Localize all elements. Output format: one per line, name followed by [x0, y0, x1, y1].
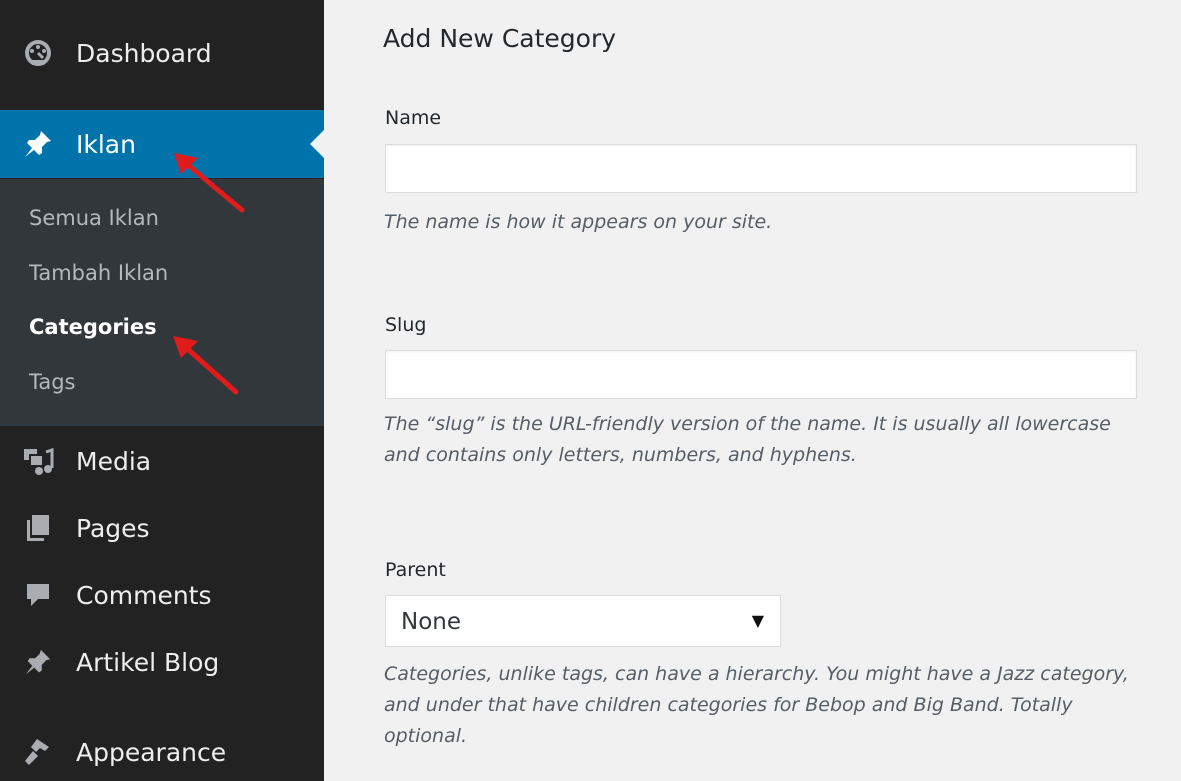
submenu-item-tambah-iklan[interactable]: Tambah Iklan — [29, 261, 168, 285]
submenu-item-semua-iklan[interactable]: Semua Iklan — [29, 206, 159, 230]
submenu-item-tags[interactable]: Tags — [29, 370, 76, 394]
parent-help-text: Categories, unlike tags, can have a hier… — [384, 663, 1129, 747]
media-icon — [22, 445, 54, 477]
menu-item-label: Comments — [76, 580, 212, 610]
menu-item-label: Media — [76, 446, 152, 476]
submenu-item-categories[interactable]: Categories — [29, 315, 157, 339]
dropdown-arrow-icon: ▼ — [751, 611, 764, 630]
menu-item-appearance[interactable]: Appearance — [0, 727, 324, 777]
admin-sidebar: Dashboard Iklan Semua Iklan Tambah Iklan… — [0, 0, 324, 781]
annotation-arrow-icon — [173, 336, 239, 395]
form-title: Add New Category — [383, 24, 617, 53]
parent-label: Parent — [385, 559, 446, 581]
appearance-icon — [22, 736, 54, 768]
slug-label: Slug — [385, 314, 427, 336]
parent-select[interactable]: None ▼ — [385, 595, 781, 647]
pushpin-icon — [22, 646, 54, 678]
name-label: Name — [385, 107, 442, 129]
add-category-form: Add New Category Name The name is how it… — [324, 0, 1181, 781]
name-input[interactable] — [385, 144, 1137, 193]
name-help-text: The name is how it appears on your site. — [384, 211, 773, 233]
slug-help-text: The “slug” is the URL-friendly version o… — [384, 413, 1111, 466]
submenu-iklan: Semua Iklan Tambah Iklan Categories Tags — [0, 179, 324, 426]
menu-item-label: Appearance — [76, 737, 227, 767]
active-indicator — [310, 130, 324, 158]
menu-item-label: Pages — [76, 513, 150, 543]
comments-icon — [22, 579, 54, 611]
menu-item-artikel-blog[interactable]: Artikel Blog — [0, 637, 324, 687]
menu-item-label: Artikel Blog — [76, 647, 220, 677]
slug-input[interactable] — [385, 350, 1137, 399]
menu-item-media[interactable]: Media — [0, 436, 324, 486]
menu-item-pages[interactable]: Pages — [0, 503, 324, 553]
menu-item-label: Iklan — [76, 129, 136, 159]
annotation-arrow-icon — [174, 153, 245, 213]
parent-selected-value: None — [401, 609, 462, 635]
menu-item-iklan[interactable]: Iklan — [0, 110, 324, 178]
dashboard-icon — [22, 37, 54, 69]
menu-item-comments[interactable]: Comments — [0, 570, 324, 620]
pushpin-icon — [22, 128, 54, 160]
menu-item-dashboard[interactable]: Dashboard — [0, 20, 324, 86]
pages-icon — [22, 512, 54, 544]
menu-item-label: Dashboard — [76, 38, 212, 68]
